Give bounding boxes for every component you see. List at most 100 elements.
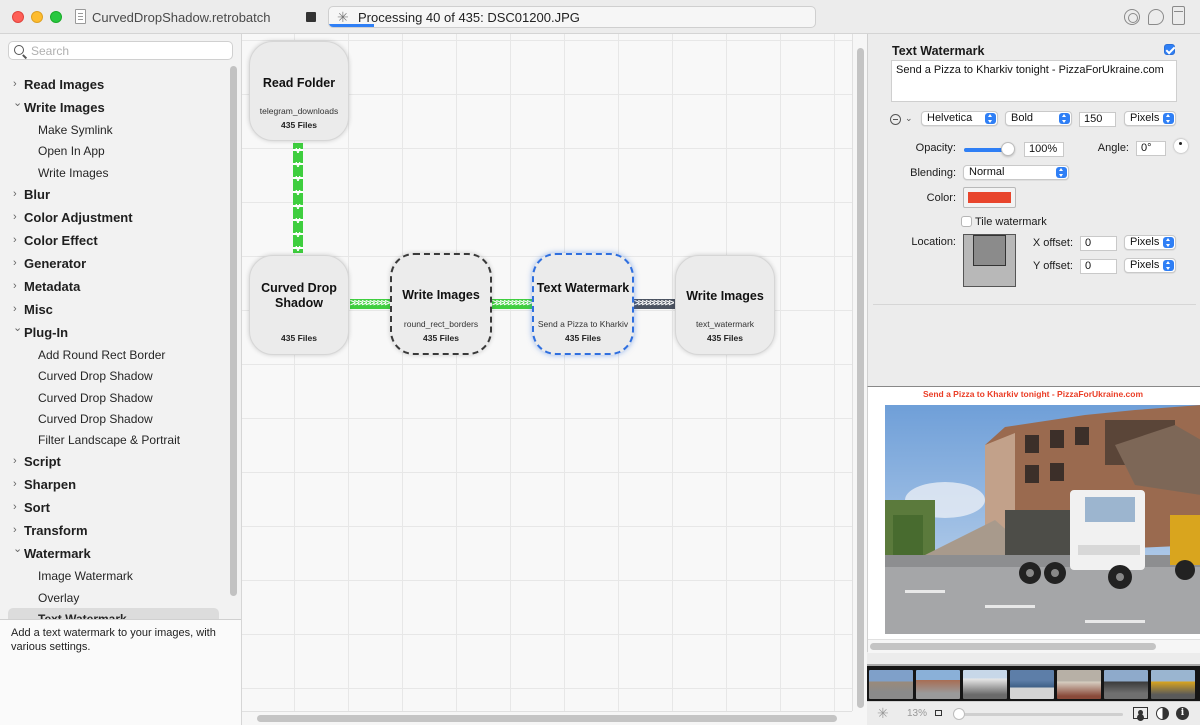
sidebar-item-overlay[interactable]: Overlay: [0, 587, 228, 609]
sidebar-item-image-watermark[interactable]: Image Watermark: [0, 565, 228, 587]
chevron-down-icon[interactable]: ⌄: [905, 113, 913, 124]
tile-watermark-checkbox[interactable]: [961, 216, 972, 227]
canvas-vertical-scroll-thumb[interactable]: [857, 48, 864, 708]
connector-read-to-shadow[interactable]: vvvvvvvv: [293, 143, 303, 253]
node-enabled-checkbox[interactable]: [1164, 44, 1175, 55]
opacity-field[interactable]: 100%: [1024, 142, 1064, 157]
close-window-button[interactable]: [12, 11, 24, 23]
filmstrip-thumbnail[interactable]: [1057, 670, 1101, 699]
color-well[interactable]: [963, 187, 1016, 208]
category-script[interactable]: › Script: [0, 450, 228, 472]
filmstrip-thumbnail[interactable]: [1151, 670, 1195, 699]
category-misc[interactable]: › Misc: [0, 298, 228, 320]
sidebar-item-write-images[interactable]: Write Images: [0, 162, 228, 184]
document-icon[interactable]: [75, 9, 86, 24]
angle-dial[interactable]: [1174, 139, 1188, 153]
category-watermark[interactable]: ⌄ Watermark: [0, 542, 228, 564]
filmstrip[interactable]: [867, 664, 1200, 701]
x-offset-unit-select[interactable]: Pixels: [1124, 235, 1176, 250]
zoom-window-button[interactable]: [50, 11, 62, 23]
font-weight-select[interactable]: Bold: [1005, 111, 1072, 126]
canvas-horizontal-scroll-thumb[interactable]: [257, 715, 837, 722]
font-family-select[interactable]: Helvetica: [921, 111, 998, 126]
watermark-text-field[interactable]: [891, 60, 1177, 102]
category-read-images[interactable]: › Read Images: [0, 73, 228, 95]
blending-mode-select[interactable]: Normal: [963, 165, 1069, 180]
node-write-images-2[interactable]: Write Images text_watermark 435 Files: [675, 255, 775, 355]
info-icon[interactable]: i: [1176, 707, 1189, 720]
comment-icon[interactable]: [1148, 9, 1164, 25]
workflow-canvas[interactable]: vvvvvvvv >>>>>>>>>> >>>>>>>>>> >>>>>>>>>…: [242, 34, 852, 711]
category-write-images[interactable]: ⌄ Write Images: [0, 96, 228, 118]
zoom-in-icon[interactable]: [1133, 707, 1148, 719]
minimize-window-button[interactable]: [31, 11, 43, 23]
preview-photo[interactable]: [885, 405, 1200, 634]
category-generator[interactable]: › Generator: [0, 252, 228, 274]
connector-shadow-to-write[interactable]: >>>>>>>>>>: [350, 299, 390, 309]
category-blur[interactable]: › Blur: [0, 183, 228, 205]
node-read-folder[interactable]: Read Folder telegram_downloads 435 Files: [249, 41, 349, 141]
chevron-right-icon[interactable]: ›: [13, 525, 17, 536]
filmstrip-thumbnail[interactable]: [963, 670, 1007, 699]
search-field[interactable]: [8, 41, 233, 60]
chevron-right-icon[interactable]: ›: [13, 211, 17, 222]
category-plug-in[interactable]: ⌄ Plug-In: [0, 321, 228, 343]
category-metadata[interactable]: › Metadata: [0, 275, 228, 297]
stop-button[interactable]: [306, 12, 316, 22]
zoom-slider-knob[interactable]: [953, 708, 965, 720]
chevron-right-icon[interactable]: ›: [13, 257, 17, 268]
location-picker[interactable]: [963, 234, 1016, 287]
chevron-down-icon[interactable]: ⌄: [13, 322, 22, 333]
filmstrip-thumbnail[interactable]: [916, 670, 960, 699]
zoom-out-icon[interactable]: [935, 710, 942, 716]
filmstrip-thumbnail[interactable]: [1104, 670, 1148, 699]
y-offset-field[interactable]: 0: [1080, 259, 1117, 274]
chevron-right-icon[interactable]: ›: [13, 234, 17, 245]
sidebar-item-open-in-app[interactable]: Open In App: [0, 140, 228, 162]
contrast-toggle-icon[interactable]: [1156, 707, 1169, 720]
font-size-unit-select[interactable]: Pixels: [1124, 111, 1176, 126]
chevron-right-icon[interactable]: ›: [13, 303, 17, 314]
chevron-right-icon[interactable]: ›: [13, 280, 17, 291]
category-color-effect[interactable]: › Color Effect: [0, 229, 228, 251]
category-transform[interactable]: › Transform: [0, 519, 228, 541]
connector-write-to-watermark[interactable]: >>>>>>>>>>: [492, 299, 534, 309]
node-write-images-1[interactable]: Write Images round_rect_borders 435 File…: [390, 253, 492, 355]
chevron-right-icon[interactable]: ›: [13, 456, 17, 467]
location-indicator[interactable]: [973, 235, 1006, 266]
preview-scroll-thumb[interactable]: [870, 643, 1156, 650]
opacity-slider[interactable]: [964, 142, 1015, 156]
category-sharpen[interactable]: › Sharpen: [0, 473, 228, 495]
category-color-adjustment[interactable]: › Color Adjustment: [0, 206, 228, 228]
sidebar-item-text-watermark[interactable]: Text Watermark: [8, 608, 219, 619]
sidebar-item-curved-drop-shadow[interactable]: Curved Drop Shadow: [0, 408, 228, 430]
filmstrip-thumbnail[interactable]: [869, 670, 913, 699]
x-offset-field[interactable]: 0: [1080, 236, 1117, 251]
chevron-right-icon[interactable]: ›: [13, 188, 17, 199]
chevron-right-icon[interactable]: ›: [13, 479, 17, 490]
emoji-picker-icon[interactable]: [890, 114, 901, 125]
connector-watermark-to-write[interactable]: >>>>>>>>>>: [634, 299, 676, 309]
sidebar-item-make-symlink[interactable]: Make Symlink: [0, 119, 228, 141]
search-input[interactable]: [31, 44, 226, 58]
angle-field[interactable]: 0°: [1136, 141, 1166, 156]
sidebar-item-add-round-rect-border[interactable]: Add Round Rect Border: [0, 344, 228, 366]
category-sort[interactable]: › Sort: [0, 496, 228, 518]
sidebar-scroll-thumb[interactable]: [230, 66, 237, 596]
share-icon[interactable]: [1124, 9, 1140, 25]
node-text-watermark[interactable]: Text Watermark Send a Pizza to Kharkiv 4…: [532, 253, 634, 355]
chevron-right-icon[interactable]: ›: [13, 79, 17, 90]
preview-horizontal-scrollbar[interactable]: [868, 639, 1200, 653]
font-size-field[interactable]: 150: [1079, 112, 1116, 127]
canvas-horizontal-scrollbar[interactable]: [242, 711, 852, 725]
chevron-down-icon[interactable]: ⌄: [13, 98, 22, 109]
sidebar-item-filter-landscape-portrait[interactable]: Filter Landscape & Portrait: [0, 429, 228, 451]
sidebar-scrollbar[interactable]: [230, 66, 237, 596]
sidebar-item-curved-drop-shadow[interactable]: Curved Drop Shadow: [0, 387, 228, 409]
inspector-toggle-icon[interactable]: [1172, 6, 1185, 25]
image-preview[interactable]: Send a Pizza to Kharkiv tonight - PizzaF…: [867, 386, 1200, 653]
chevron-down-icon[interactable]: ⌄: [13, 544, 22, 555]
node-curved-drop-shadow[interactable]: Curved Drop Shadow 435 Files: [249, 255, 349, 355]
zoom-slider[interactable]: [953, 708, 1123, 720]
y-offset-unit-select[interactable]: Pixels: [1124, 258, 1176, 273]
